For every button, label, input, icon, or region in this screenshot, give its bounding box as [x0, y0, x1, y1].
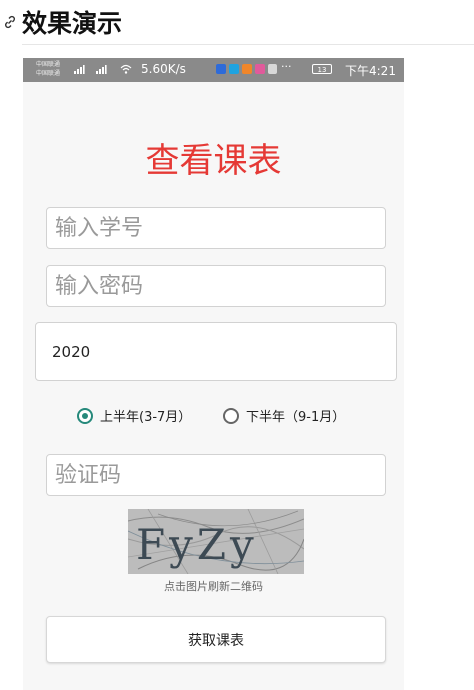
radio-checked-icon[interactable] [77, 407, 93, 424]
captcha-image[interactable]: FyZy [128, 509, 304, 574]
network-speed: 5.60K/s [141, 62, 186, 76]
student-id-input[interactable] [46, 207, 386, 249]
shield-app-icon [216, 64, 226, 74]
year-input[interactable] [35, 322, 397, 381]
carrier-name-1: 中国联通 [36, 61, 61, 68]
document-heading-text: 效果演示 [22, 9, 123, 38]
status-bar: 中国联通 中国联通 5.60K/s ··· 13 下午4:21 [23, 58, 404, 82]
signal-icon [96, 65, 107, 74]
phone-screen: 中国联通 中国联通 5.60K/s ··· 13 下午4:21 查看课表 输入学… [23, 58, 404, 690]
get-schedule-button[interactable]: 获取课表 [46, 616, 386, 663]
status-time: 下午4:21 [345, 64, 396, 78]
gallery-app-icon [268, 64, 277, 74]
link-icon[interactable] [2, 14, 18, 30]
carrier-names: 中国联通 中国联通 [36, 60, 60, 78]
battery-icon: 13 [312, 64, 332, 74]
radio-first-half-label: 上半年(3-7月） [100, 410, 192, 425]
captcha-input[interactable] [46, 454, 386, 496]
more-notifications-icon: ··· [281, 60, 292, 73]
radio-second-half-label: 下半年（9-1月） [246, 410, 346, 425]
carrier-name-2: 中国联通 [36, 70, 61, 77]
wifi-icon [120, 64, 132, 74]
radio-first-half[interactable]: 上半年(3-7月） [77, 406, 191, 425]
page-title: 查看课表 [145, 141, 282, 181]
notification-app-icon [255, 64, 265, 74]
browser-app-icon [229, 64, 239, 74]
document-heading: 效果演示 [0, 2, 122, 42]
semester-radio-group: 上半年(3-7月） 下半年（9-1月） [23, 404, 404, 432]
radio-second-half[interactable]: 下半年（9-1月） [223, 406, 345, 425]
captcha-text: FyZy [136, 520, 258, 569]
captcha-hint: 点击图片刷新二维码 [164, 580, 263, 593]
shopping-app-icon [242, 64, 252, 74]
password-input[interactable] [46, 265, 386, 307]
signal-icon [74, 65, 85, 74]
captcha-noise: FyZy [128, 509, 304, 574]
radio-unchecked-icon[interactable] [223, 407, 239, 424]
heading-divider [22, 44, 474, 45]
